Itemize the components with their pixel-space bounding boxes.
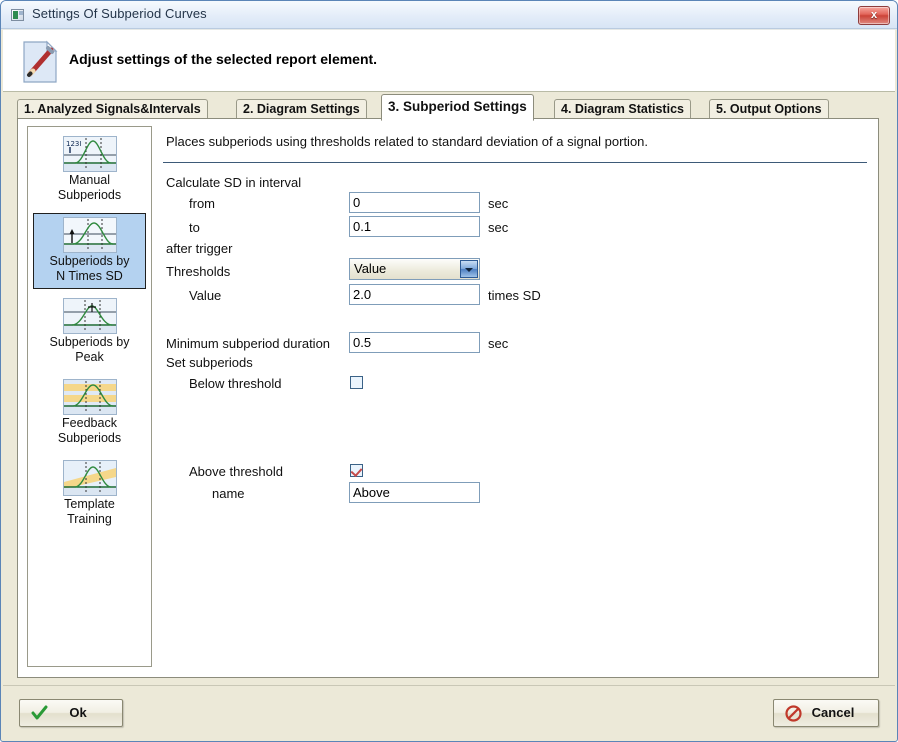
sidebar-item-label: Template	[64, 497, 115, 511]
below-threshold-checkbox[interactable]	[350, 376, 363, 389]
subperiods-by-peak-thumb	[62, 298, 117, 334]
tab-subperiod-settings[interactable]: 3. Subperiod Settings	[381, 94, 534, 121]
form-description: Places subperiods using thresholds relat…	[166, 134, 649, 149]
thresholds-select[interactable]: Value	[349, 258, 480, 280]
minimum-subperiod-duration-label: Minimum subperiod duration	[166, 336, 331, 351]
chevron-down-icon[interactable]	[460, 260, 478, 278]
sidebar-item-subperiods-by-peak[interactable]: Subperiods by Peak	[33, 294, 146, 370]
template-training-thumb	[62, 460, 117, 496]
minimum-subperiod-duration-unit-label: sec	[488, 336, 509, 351]
sidebar-item-label: N Times SD	[56, 269, 123, 283]
value-input[interactable]	[349, 284, 480, 305]
thresholds-select-value: Value	[354, 261, 387, 276]
sidebar-item-label: Subperiods	[57, 431, 122, 445]
subperiods-by-n-times-sd-thumb	[62, 217, 117, 253]
cancel-button-label: Cancel	[811, 705, 855, 720]
after-trigger-label: after trigger	[166, 241, 233, 256]
minimum-subperiod-duration-input[interactable]	[349, 332, 480, 353]
subperiod-settings-form: Places subperiods using thresholds relat…	[161, 126, 869, 667]
close-button[interactable]: x	[858, 6, 890, 25]
tab-panel-subperiod-settings: 123I Manual Subperiods Subperiods by N T…	[17, 118, 879, 678]
cancel-button[interactable]: Cancel	[773, 699, 879, 727]
settings-dialog-window: Settings Of Subperiod Curves x Adjust se…	[0, 0, 898, 742]
sidebar-item-label: Feedback	[62, 416, 117, 430]
name-label: name	[212, 486, 245, 501]
below-threshold-label: Below threshold	[189, 376, 282, 391]
tab-output-options[interactable]: 5. Output Options	[709, 99, 829, 119]
sidebar-item-label: Subperiods by	[49, 335, 130, 349]
document-pencil-icon	[20, 40, 60, 84]
sidebar-item-feedback-subperiods[interactable]: Feedback Subperiods	[33, 375, 146, 451]
tab-diagram-statistics[interactable]: 4. Diagram Statistics	[554, 99, 691, 119]
title-bar: Settings Of Subperiod Curves x	[1, 1, 897, 29]
sidebar-item-label: Training	[67, 512, 112, 526]
sidebar-item-label: Peak	[75, 350, 104, 364]
sidebar-item-manual-subperiods[interactable]: 123I Manual Subperiods	[33, 132, 146, 208]
subperiod-type-list[interactable]: 123I Manual Subperiods Subperiods by N T…	[27, 126, 152, 667]
to-unit-label: sec	[488, 220, 509, 235]
ok-button[interactable]: Ok	[19, 699, 123, 727]
sidebar-item-template-training[interactable]: Template Training	[33, 456, 146, 532]
to-input[interactable]	[349, 216, 480, 237]
value-label: Value	[189, 288, 222, 303]
ok-button-label: Ok	[69, 705, 87, 720]
to-label: to	[189, 220, 200, 235]
feedback-subperiods-thumb	[62, 379, 117, 415]
dialog-button-bar: Ok Cancel	[3, 685, 895, 738]
header-banner: Adjust settings of the selected report e…	[3, 30, 895, 92]
tab-strip: 1. Analyzed Signals&Intervals 2. Diagram…	[3, 93, 895, 121]
name-input[interactable]	[349, 482, 480, 503]
calculate-sd-interval-label: Calculate SD in interval	[166, 175, 302, 190]
window-app-icon	[11, 9, 24, 21]
tab-analyzed-signals-intervals[interactable]: 1. Analyzed Signals&Intervals	[17, 99, 208, 119]
sidebar-item-label: Manual	[69, 173, 110, 187]
section-divider	[163, 162, 867, 163]
from-input[interactable]	[349, 192, 480, 213]
window-title: Settings Of Subperiod Curves	[32, 6, 207, 21]
above-threshold-checkbox[interactable]	[350, 464, 363, 477]
svg-text:123I: 123I	[66, 140, 81, 148]
manual-subperiods-thumb: 123I	[62, 136, 117, 172]
sidebar-item-subperiods-by-n-times-sd[interactable]: Subperiods by N Times SD	[33, 213, 146, 289]
value-unit-label: times SD	[488, 288, 541, 303]
sidebar-item-label: Subperiods by	[49, 254, 130, 268]
tab-diagram-settings[interactable]: 2. Diagram Settings	[236, 99, 367, 119]
from-unit-label: sec	[488, 196, 509, 211]
from-label: from	[189, 196, 215, 211]
page-title: Adjust settings of the selected report e…	[69, 51, 378, 67]
sidebar-item-label: Subperiods	[57, 188, 122, 202]
above-threshold-label: Above threshold	[189, 464, 283, 479]
thresholds-label: Thresholds	[166, 264, 231, 279]
set-subperiods-label: Set subperiods	[166, 355, 253, 370]
